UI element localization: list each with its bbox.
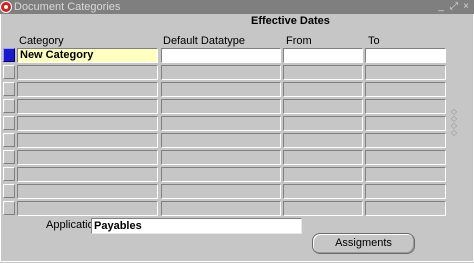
from-cell[interactable] (283, 167, 363, 182)
effective-dates-heading: Effective Dates (251, 15, 330, 27)
application-field[interactable]: Payables (91, 218, 302, 234)
category-cell[interactable] (17, 184, 158, 199)
category-cell[interactable] (17, 65, 158, 80)
to-cell[interactable] (365, 184, 446, 199)
datatype-cell[interactable] (161, 82, 281, 97)
record-indicator[interactable] (3, 133, 15, 147)
record-indicator[interactable] (3, 150, 15, 164)
to-column-header: To (368, 35, 380, 47)
record-indicator[interactable] (3, 184, 15, 198)
category-cell[interactable] (17, 201, 158, 216)
to-cell[interactable] (365, 48, 446, 63)
from-cell[interactable] (283, 65, 363, 80)
datatype-cell[interactable] (161, 184, 281, 199)
record-indicator[interactable] (3, 48, 15, 62)
to-cell[interactable] (365, 82, 446, 97)
datatype-cell[interactable] (161, 65, 281, 80)
scrollbar-grip-icon[interactable]: ◇ ◇ ◇ ◇ (448, 108, 460, 137)
maximize-icon[interactable]: ⤢ (449, 1, 459, 13)
to-cell[interactable] (365, 65, 446, 80)
category-cell[interactable]: New Category (17, 48, 158, 63)
datatype-cell[interactable] (161, 167, 281, 182)
from-column-header: From (286, 35, 312, 47)
to-cell[interactable] (365, 116, 446, 131)
category-cell[interactable] (17, 150, 158, 165)
minimize-icon[interactable]: _ (436, 1, 446, 13)
to-cell[interactable] (365, 201, 446, 216)
assignments-button[interactable]: Assigments (312, 233, 415, 254)
record-indicator[interactable] (3, 116, 15, 130)
datatype-cell[interactable] (161, 150, 281, 165)
from-cell[interactable] (283, 48, 363, 63)
datatype-cell[interactable] (161, 201, 281, 216)
to-cell[interactable] (365, 167, 446, 182)
from-cell[interactable] (283, 150, 363, 165)
record-indicator[interactable] (3, 167, 15, 181)
from-cell[interactable] (283, 99, 363, 114)
category-cell[interactable] (17, 99, 158, 114)
category-cell[interactable] (17, 167, 158, 182)
datatype-cell[interactable] (161, 48, 281, 63)
from-cell[interactable] (283, 116, 363, 131)
datatype-column-header: Default Datatype (163, 35, 245, 47)
from-cell[interactable] (283, 184, 363, 199)
datatype-cell[interactable] (161, 133, 281, 148)
close-icon[interactable]: × (461, 1, 471, 13)
oracle-icon (0, 1, 12, 13)
record-indicator[interactable] (3, 65, 15, 79)
window-title: Document Categories (14, 1, 121, 13)
to-cell[interactable] (365, 99, 446, 114)
category-cell[interactable] (17, 133, 158, 148)
category-column-header: Category (19, 35, 64, 47)
from-cell[interactable] (283, 82, 363, 97)
record-indicator[interactable] (3, 82, 15, 96)
datatype-cell[interactable] (161, 116, 281, 131)
from-cell[interactable] (283, 133, 363, 148)
category-cell[interactable] (17, 116, 158, 131)
category-cell[interactable] (17, 82, 158, 97)
record-indicator[interactable] (3, 201, 15, 215)
to-cell[interactable] (365, 150, 446, 165)
title-bar[interactable]: Document Categories _ ⤢ × (0, 0, 474, 14)
record-indicator[interactable] (3, 99, 15, 113)
datatype-cell[interactable] (161, 99, 281, 114)
to-cell[interactable] (365, 133, 446, 148)
from-cell[interactable] (283, 201, 363, 216)
